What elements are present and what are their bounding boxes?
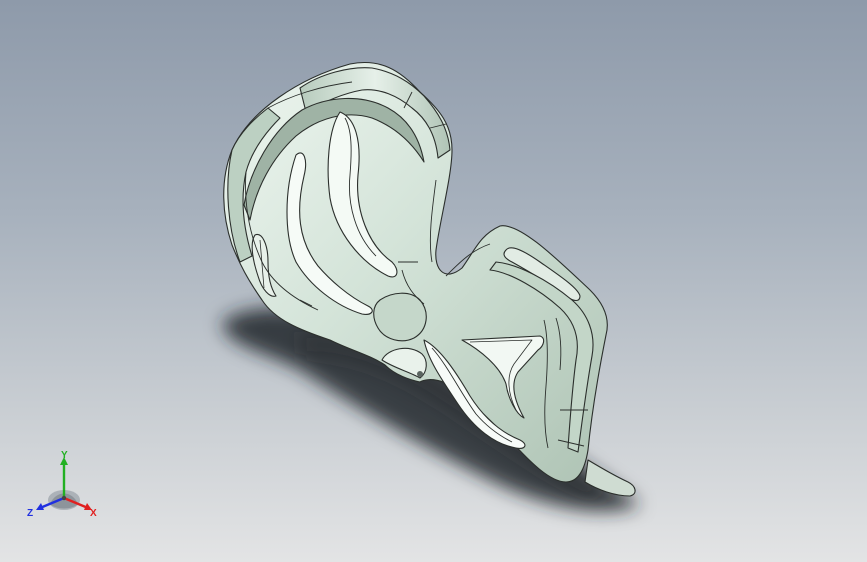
orientation-triad[interactable]: Y X Z — [26, 448, 102, 524]
view-orientation-triad-icon — [36, 457, 92, 510]
graphics-viewport[interactable]: Y X Z — [0, 0, 867, 562]
model-scene[interactable] — [0, 0, 867, 562]
triad-y-label: Y — [61, 450, 68, 461]
triad-x-label: X — [90, 508, 97, 519]
triad-z-label: Z — [27, 508, 33, 519]
